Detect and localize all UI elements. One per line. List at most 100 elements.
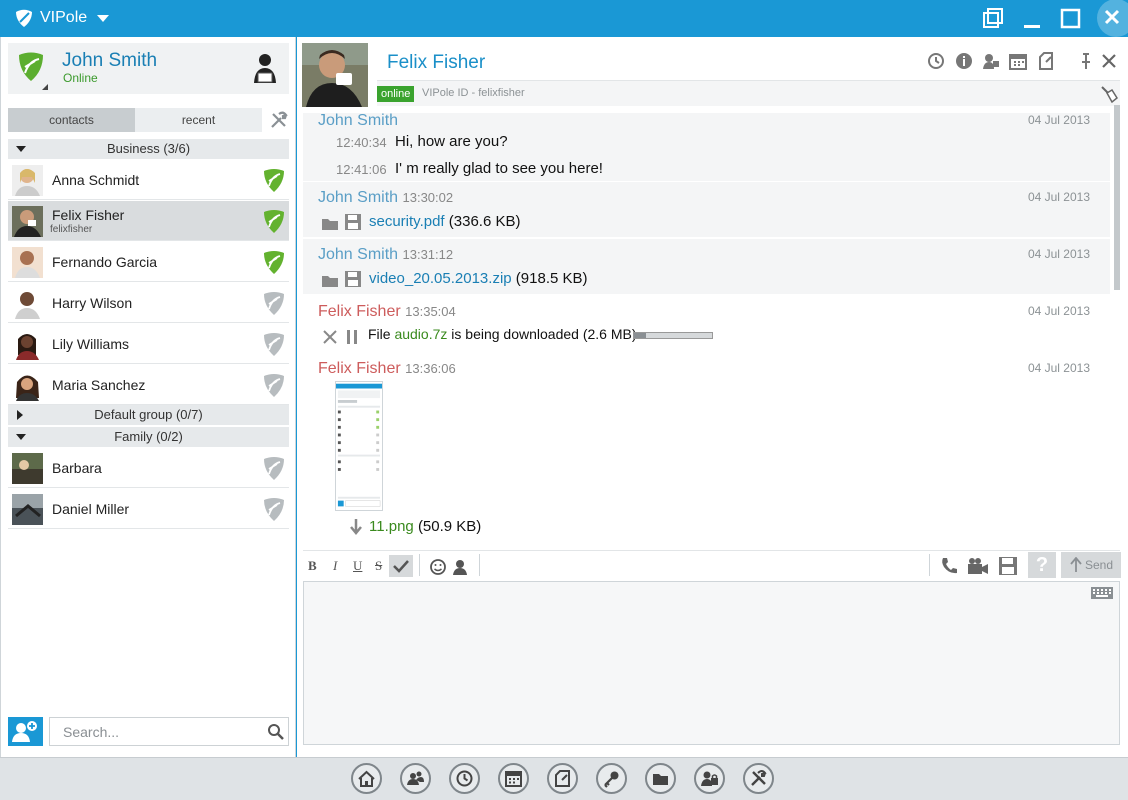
tab-contacts[interactable]: contacts — [8, 108, 135, 132]
shield-online-icon — [264, 169, 284, 192]
home-button[interactable] — [351, 763, 382, 794]
app-title: VIPole — [40, 9, 88, 26]
profile-avatar[interactable] — [249, 50, 282, 86]
passwords-button[interactable] — [596, 763, 627, 794]
window-restore-icon[interactable] — [980, 6, 1006, 32]
tab-recent[interactable]: recent — [135, 108, 262, 132]
settings-button[interactable] — [743, 763, 774, 794]
help-button[interactable]: ? — [1028, 552, 1056, 578]
avatar — [12, 165, 43, 196]
add-contact-button[interactable] — [8, 717, 43, 746]
message-time: 12:41:06 — [336, 162, 387, 177]
status-badge: online — [377, 86, 415, 102]
group-default[interactable]: Default group (0/7) — [8, 405, 289, 425]
avatar — [12, 329, 43, 360]
bold-button[interactable]: B — [308, 558, 317, 574]
avatar — [12, 370, 43, 401]
app-menu-dropdown-icon[interactable] — [97, 15, 109, 22]
group-family[interactable]: Family (0/2) — [8, 427, 289, 447]
message-date: 04 Jul 2013 — [1027, 247, 1090, 261]
save-file-icon[interactable] — [344, 270, 362, 288]
open-folder-icon[interactable] — [321, 271, 339, 289]
message-author: Felix Fisher 13:35:04 — [318, 303, 456, 320]
pause-download-icon[interactable] — [343, 328, 361, 346]
contact-lily-williams[interactable]: Lily Williams — [8, 324, 289, 364]
history-button[interactable] — [449, 763, 480, 794]
toolbar-divider — [929, 554, 930, 576]
contact-security-icon[interactable] — [982, 52, 1000, 70]
window-minimize-icon[interactable] — [1020, 6, 1046, 32]
send-file-icon[interactable] — [997, 555, 1019, 577]
contact-anna-schmidt[interactable]: Anna Schmidt — [8, 160, 289, 200]
format-toolbar: B I U S ? Send — [303, 550, 1121, 578]
group-label: Family (0/2) — [114, 429, 183, 444]
search-box — [49, 717, 289, 746]
calendar-button[interactable] — [498, 763, 529, 794]
security-button[interactable] — [694, 763, 725, 794]
security-icon — [701, 771, 718, 786]
window-close-icon[interactable] — [1094, 0, 1128, 37]
tools-icon[interactable] — [269, 110, 289, 130]
send-button[interactable]: Send — [1061, 552, 1121, 578]
file-attachment[interactable]: security.pdf (336.6 KB) — [369, 213, 520, 230]
chat-contact-name: Felix Fisher — [387, 52, 486, 73]
info-icon[interactable] — [955, 52, 973, 70]
keyboard-icon[interactable] — [1090, 586, 1114, 600]
cancel-download-icon[interactable] — [321, 328, 339, 346]
search-icon[interactable] — [267, 723, 285, 741]
calendar-icon[interactable] — [1009, 52, 1027, 70]
files-button[interactable] — [645, 763, 676, 794]
notes-icon[interactable] — [1037, 52, 1055, 70]
history-icon[interactable] — [927, 52, 945, 70]
video-call-icon[interactable] — [966, 555, 990, 577]
message-scrollbar[interactable] — [1114, 105, 1120, 290]
pin-icon[interactable] — [1077, 52, 1095, 70]
contacts-panel: John Smith Online contacts recent Busine… — [0, 37, 296, 757]
contact-daniel-miller[interactable]: Daniel Miller — [8, 489, 289, 529]
message-time: 12:40:34 — [336, 135, 387, 150]
open-folder-icon[interactable] — [321, 214, 339, 232]
contact-fernando-garcia[interactable]: Fernando Garcia — [8, 242, 289, 282]
download-arrow-icon[interactable] — [347, 518, 365, 536]
save-file-icon[interactable] — [344, 213, 362, 231]
my-profile-card[interactable]: John Smith Online — [8, 43, 289, 94]
italic-button[interactable]: I — [333, 558, 337, 574]
window-maximize-icon[interactable] — [1058, 6, 1084, 32]
checkmark-icon[interactable] — [389, 555, 413, 577]
calendar-icon — [505, 771, 522, 787]
strikethrough-button[interactable]: S — [375, 558, 382, 574]
broom-icon[interactable] — [1100, 85, 1118, 103]
contact-maria-sanchez[interactable]: Maria Sanchez — [8, 365, 289, 405]
group-business[interactable]: Business (3/6) — [8, 139, 289, 159]
message-date: 04 Jul 2013 — [1027, 304, 1090, 318]
send-contact-icon[interactable] — [450, 557, 470, 577]
underline-button[interactable]: U — [353, 558, 362, 574]
avatar — [12, 247, 43, 278]
notes-button[interactable] — [547, 763, 578, 794]
message-author: John Smith — [318, 113, 399, 129]
status-menu-icon[interactable] — [42, 84, 48, 90]
contact-name: Anna Schmidt — [52, 172, 140, 188]
bottom-navigation-bar — [0, 757, 1128, 800]
contact-barbara[interactable]: Barbara — [8, 448, 289, 488]
contact-id-bar: online VIPole ID - felixfisher — [377, 80, 1120, 106]
contact-felix-fisher[interactable]: Felix Fisher felixfisher — [8, 201, 289, 241]
image-attachment[interactable]: 11.png (50.9 KB) — [369, 518, 481, 535]
expand-arrow-icon — [16, 434, 26, 440]
status-shield-icon — [19, 52, 43, 81]
file-attachment[interactable]: video_20.05.2013.zip (918.5 KB) — [369, 270, 588, 287]
key-icon — [604, 771, 619, 788]
image-thumbnail[interactable] — [335, 381, 383, 511]
call-icon[interactable] — [938, 555, 960, 577]
chat-contact-avatar[interactable] — [302, 43, 368, 107]
contacts-button[interactable] — [400, 763, 431, 794]
close-chat-icon[interactable] — [1100, 52, 1118, 70]
message-date: 04 Jul 2013 — [1027, 113, 1090, 127]
contact-harry-wilson[interactable]: Harry Wilson — [8, 283, 289, 323]
emoji-icon[interactable] — [428, 557, 448, 577]
avatar — [12, 494, 43, 525]
message-input[interactable] — [304, 582, 1119, 744]
message-file: John Smith 13:30:02 04 Jul 2013 security… — [303, 182, 1110, 237]
message-author: John Smith 13:30:02 — [318, 189, 454, 206]
search-input[interactable] — [50, 718, 260, 745]
